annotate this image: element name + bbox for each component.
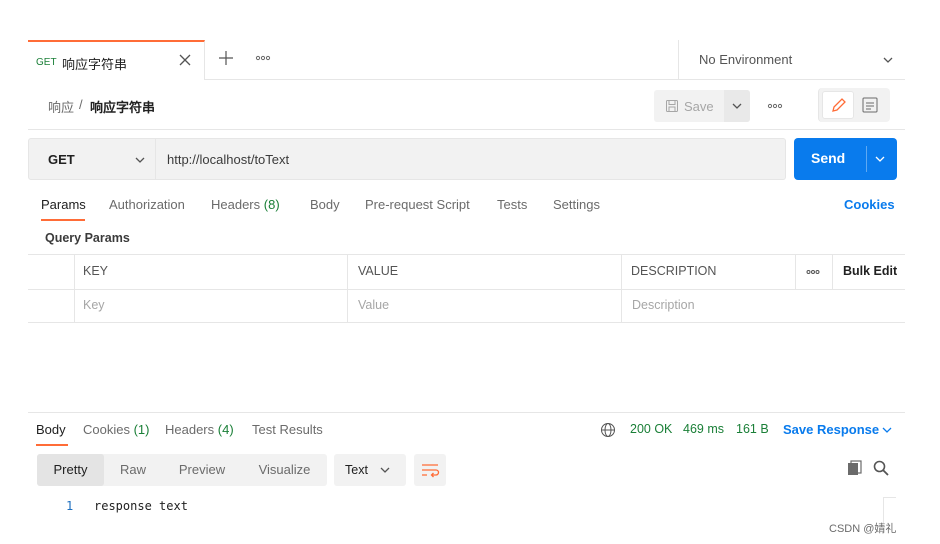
view-pretty-button[interactable]: Pretty xyxy=(37,454,104,486)
chevron-down-icon xyxy=(729,98,745,114)
send-button[interactable]: Send xyxy=(794,138,897,180)
tab-response-headers-count: (4) xyxy=(217,422,234,437)
save-icon xyxy=(664,98,680,114)
tab-tests[interactable]: Tests xyxy=(497,197,527,212)
new-tab-plus-icon[interactable] xyxy=(217,49,235,67)
bulk-edit-button[interactable]: Bulk Edit xyxy=(843,264,897,278)
url-input[interactable]: http://localhost/toText xyxy=(156,138,786,180)
tab-strip: GET 响应字符串 No Environment xyxy=(28,40,905,80)
column-divider xyxy=(347,255,348,323)
column-header-key: KEY xyxy=(83,264,109,278)
request-tab[interactable]: GET 响应字符串 xyxy=(28,40,205,80)
key-input[interactable]: Key xyxy=(83,298,105,312)
column-divider xyxy=(795,255,796,289)
breadcrumb-separator: / xyxy=(79,97,83,112)
chevron-down-icon[interactable] xyxy=(880,423,894,437)
tab-response-body[interactable]: Body xyxy=(36,422,66,437)
response-body-line[interactable]: response text xyxy=(94,499,188,513)
wrap-lines-button[interactable] xyxy=(414,454,446,486)
description-input[interactable]: Description xyxy=(632,298,695,312)
tab-body[interactable]: Body xyxy=(310,197,340,212)
row-divider xyxy=(28,289,905,290)
tab-pre-request-script[interactable]: Pre-request Script xyxy=(365,197,470,212)
tab-params[interactable]: Params xyxy=(41,197,86,212)
tab-headers[interactable]: Headers (8) xyxy=(211,197,280,212)
breadcrumb-current[interactable]: 响应字符串 xyxy=(90,97,155,116)
chevron-down-icon[interactable] xyxy=(872,151,888,167)
chevron-down-icon xyxy=(378,463,392,477)
view-visualize-button[interactable]: Visualize xyxy=(242,454,327,486)
format-value: Text xyxy=(345,463,368,477)
documentation-icon[interactable] xyxy=(859,94,881,116)
column-divider xyxy=(74,255,75,323)
chevron-down-icon xyxy=(132,152,148,168)
status-code[interactable]: 200 OK xyxy=(630,422,672,436)
value-input[interactable]: Value xyxy=(358,298,389,312)
active-tab-indicator xyxy=(36,444,68,446)
tab-settings[interactable]: Settings xyxy=(553,197,600,212)
tab-response-cookies[interactable]: Cookies (1) xyxy=(83,422,149,437)
save-response-button[interactable]: Save Response xyxy=(783,422,879,437)
tab-response-cookies-count: (1) xyxy=(133,422,150,437)
cookies-link[interactable]: Cookies xyxy=(844,197,895,212)
view-raw-button[interactable]: Raw xyxy=(104,454,162,486)
send-divider xyxy=(866,146,867,172)
response-view-tabs: Pretty Raw Preview Visualize xyxy=(37,454,327,486)
wrap-lines-icon xyxy=(422,464,440,478)
tab-headers-label: Headers xyxy=(211,197,261,212)
watermark: CSDN @婧礼 xyxy=(829,523,897,535)
url-value: http://localhost/toText xyxy=(167,152,290,167)
environment-label: No Environment xyxy=(699,52,793,67)
active-tab-indicator xyxy=(41,219,85,221)
request-tabs: Params Authorization Headers (8) Body Pr… xyxy=(28,192,905,224)
breadcrumb-bar: 响应 / 响应字符串 Save xyxy=(28,80,905,130)
method-value: GET xyxy=(48,152,75,167)
response-tabs: Body Cookies (1) Headers (4) Test Result… xyxy=(28,418,905,450)
request-tab-method: GET xyxy=(36,57,57,68)
method-select[interactable]: GET xyxy=(28,138,156,180)
search-icon[interactable] xyxy=(872,459,890,477)
column-divider xyxy=(621,255,622,323)
more-options-icon[interactable] xyxy=(805,264,821,280)
view-mode-toggle xyxy=(818,88,890,122)
response-divider[interactable] xyxy=(28,412,905,413)
tab-response-cookies-label: Cookies xyxy=(83,422,130,437)
column-header-value: VALUE xyxy=(358,264,399,278)
close-icon[interactable] xyxy=(176,51,194,69)
tab-response-headers-label: Headers xyxy=(165,422,215,437)
globe-icon[interactable] xyxy=(600,422,616,438)
response-time[interactable]: 469 ms xyxy=(683,422,724,436)
save-button[interactable]: Save xyxy=(684,99,714,114)
tab-response-headers[interactable]: Headers (4) xyxy=(165,422,234,437)
query-params-title: Query Params xyxy=(45,231,130,245)
send-label: Send xyxy=(811,150,846,166)
tab-test-results[interactable]: Test Results xyxy=(252,422,323,437)
format-select[interactable]: Text xyxy=(334,454,406,486)
column-divider xyxy=(832,255,833,289)
breadcrumb-parent[interactable]: 响应 xyxy=(48,97,74,116)
column-header-description: DESCRIPTION xyxy=(631,264,717,278)
save-button-group: Save xyxy=(654,90,750,122)
chevron-down-icon xyxy=(880,52,896,68)
response-size[interactable]: 161 B xyxy=(736,422,769,436)
environment-select[interactable]: No Environment xyxy=(678,40,905,80)
view-preview-button[interactable]: Preview xyxy=(162,454,242,486)
tab-authorization[interactable]: Authorization xyxy=(109,197,185,212)
tab-headers-count: (8) xyxy=(263,197,280,212)
more-options-icon[interactable] xyxy=(766,97,784,115)
line-number: 1 xyxy=(66,499,74,513)
more-options-icon[interactable] xyxy=(254,49,272,67)
edit-mode-button[interactable] xyxy=(822,91,854,119)
copy-icon[interactable] xyxy=(846,459,864,477)
request-tab-name: 响应字符串 xyxy=(62,57,128,72)
save-options-button[interactable] xyxy=(724,90,750,122)
query-params-table: KEY VALUE DESCRIPTION Bulk Edit Key Valu… xyxy=(28,254,905,323)
